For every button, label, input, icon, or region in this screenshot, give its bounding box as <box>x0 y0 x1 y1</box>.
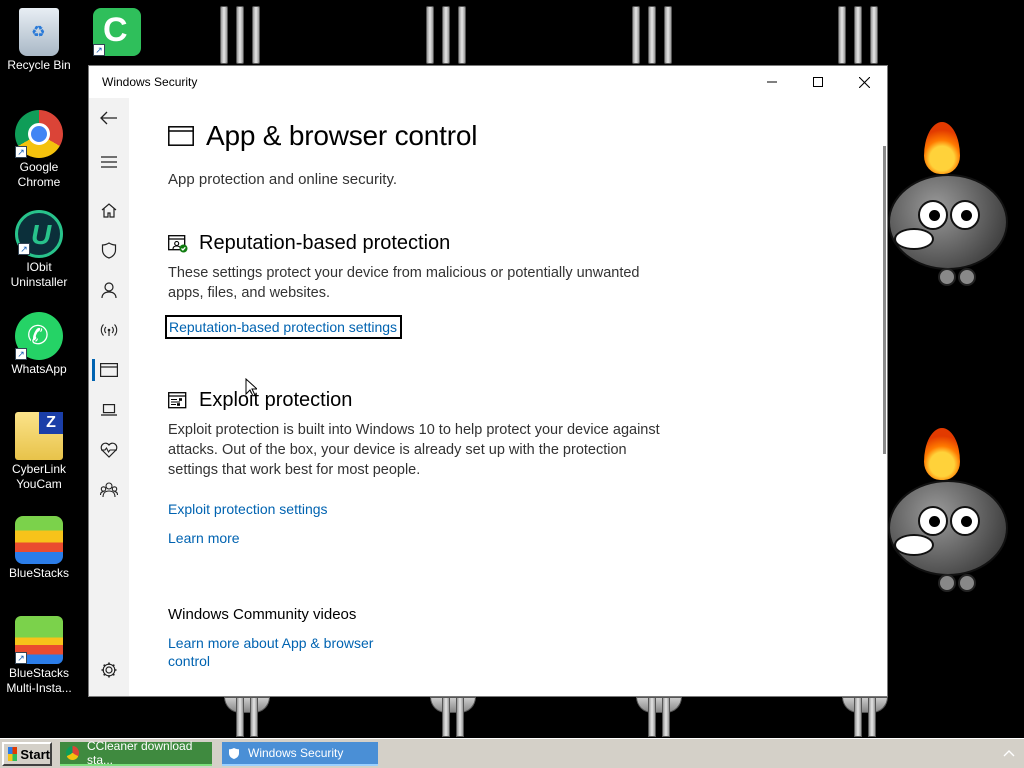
community-videos-heading: Windows Community videos <box>168 606 357 623</box>
wallpaper-fork <box>218 6 270 66</box>
nav-device-performance-health[interactable] <box>89 430 129 470</box>
wallpaper-fork <box>624 697 694 737</box>
desktop-icon-google-chrome[interactable]: ↗ Google Chrome <box>4 110 74 190</box>
bluestacks-multi-instance-icon: ↗ <box>15 616 63 664</box>
bluestacks-icon <box>15 516 63 564</box>
shield-icon <box>101 241 117 259</box>
folder-icon: Z <box>15 412 63 460</box>
start-button[interactable]: Start <box>2 742 52 766</box>
shortcut-arrow-icon: ↗ <box>18 243 30 255</box>
nav-settings[interactable] <box>89 650 129 690</box>
shortcut-arrow-icon: ↗ <box>15 146 27 158</box>
wallpaper-fork <box>212 697 282 737</box>
desktop-icon-iobit-uninstaller[interactable]: U ↗ IObit Uninstaller <box>4 210 74 290</box>
nav-family-options[interactable] <box>89 470 129 510</box>
exploit-learn-more-link[interactable]: Learn more <box>168 529 240 547</box>
nav-virus-threat-protection[interactable] <box>89 230 129 270</box>
maximize-button[interactable] <box>795 66 841 98</box>
exploit-description: Exploit protection is built into Windows… <box>168 422 660 478</box>
maximize-icon <box>813 77 823 87</box>
desktop-icon-whatsapp[interactable]: ✆ ↗ WhatsApp <box>4 312 74 377</box>
desktop-icon-bluestacks-multi-instance[interactable]: ↗ BlueStacks Multi-Insta... <box>4 616 74 696</box>
whatsapp-icon: ✆ ↗ <box>15 312 63 360</box>
title-bar[interactable]: Windows Security <box>89 66 887 98</box>
taskbar-item-chrome[interactable]: CCleaner download sta... <box>60 739 212 767</box>
wallpaper-fork <box>424 6 476 66</box>
windows-security-window: Windows Security App & browser control A… <box>88 65 888 697</box>
person-icon <box>101 281 117 298</box>
close-icon <box>858 76 870 88</box>
exploit-heading: Exploit protection <box>199 389 353 411</box>
chevron-up-icon[interactable] <box>1002 746 1016 760</box>
exploit-section-header: Exploit protection <box>168 389 352 412</box>
scrollbar-thumb[interactable] <box>883 146 886 454</box>
recycle-bin-icon: ♻ <box>19 8 59 56</box>
nav-device-security[interactable] <box>89 390 129 430</box>
desktop-icon-recycle-bin[interactable]: ♻ Recycle Bin <box>4 8 74 73</box>
gear-icon <box>101 662 117 678</box>
reputation-heading: Reputation-based protection <box>199 232 451 254</box>
back-arrow-icon <box>100 111 117 125</box>
window-controls <box>749 66 887 98</box>
shield-icon <box>229 747 239 759</box>
taskbar-item-windows-security[interactable]: Windows Security <box>222 742 378 766</box>
home-icon <box>101 203 117 218</box>
start-label: Start <box>20 746 50 762</box>
laptop-icon <box>101 404 117 416</box>
nav-app-browser-control[interactable] <box>89 350 129 390</box>
nav-firewall-network[interactable] <box>89 310 129 350</box>
close-button[interactable] <box>841 66 887 98</box>
desktop-icon-bluestacks[interactable]: BlueStacks <box>4 516 74 581</box>
exploit-settings-link[interactable]: Exploit protection settings <box>168 500 328 518</box>
family-icon <box>100 482 118 498</box>
exploit-protection-icon <box>168 391 187 408</box>
wallpaper-mascot <box>888 122 1024 302</box>
nav-menu-button[interactable] <box>89 142 129 182</box>
nav-back-button[interactable] <box>89 98 129 138</box>
nav-account-protection[interactable] <box>89 270 129 310</box>
wallpaper-mascot <box>888 428 1024 608</box>
page-header: App & browser control <box>168 120 477 152</box>
window-title: Windows Security <box>102 75 198 89</box>
reputation-settings-link[interactable]: Reputation-based protection settings <box>164 315 403 339</box>
nav-home[interactable] <box>89 190 129 230</box>
chrome-icon <box>66 746 79 760</box>
shortcut-arrow-icon: ↗ <box>15 348 27 360</box>
wallpaper-fork <box>836 6 888 66</box>
taskbar-item-label: CCleaner download sta... <box>86 739 193 767</box>
page-subtitle: App protection and online security. <box>168 171 398 188</box>
shortcut-arrow-icon: ↗ <box>93 44 105 56</box>
reputation-description: These settings protect your device from … <box>168 265 640 301</box>
taskbar-item-label: Windows Security <box>248 746 344 760</box>
wallpaper-fork <box>630 6 682 66</box>
desktop-icon-camtasia[interactable]: C ↗ <box>88 8 146 56</box>
desktop-icon-cyberlink-youcam[interactable]: Z CyberLink YouCam <box>4 412 74 492</box>
main-content: App & browser control App protection and… <box>129 98 887 696</box>
shortcut-arrow-icon: ↗ <box>15 652 27 664</box>
wireless-icon <box>100 324 118 336</box>
minimize-button[interactable] <box>749 66 795 98</box>
heart-pulse-icon <box>100 442 118 458</box>
minimize-icon <box>767 81 777 83</box>
navigation-rail <box>89 98 129 696</box>
reputation-section-header: Reputation-based protection <box>168 232 450 255</box>
wallpaper-fork <box>830 697 900 737</box>
hamburger-icon <box>101 156 117 168</box>
mouse-cursor-icon <box>245 378 257 397</box>
wallpaper-fork <box>418 697 488 737</box>
browser-window-icon <box>100 363 118 377</box>
chrome-icon: ↗ <box>15 110 63 158</box>
reputation-shield-check-icon <box>168 234 188 252</box>
community-learn-more-link[interactable]: Learn more about App & browser control <box>168 634 398 670</box>
iobit-uninstaller-icon: U ↗ <box>15 210 63 258</box>
camtasia-icon: C ↗ <box>93 8 141 56</box>
page-title: App & browser control <box>206 120 478 151</box>
browser-window-icon <box>168 126 194 146</box>
windows-logo-icon <box>8 747 18 761</box>
taskbar: Start CCleaner download sta... Windows S… <box>0 738 1024 768</box>
